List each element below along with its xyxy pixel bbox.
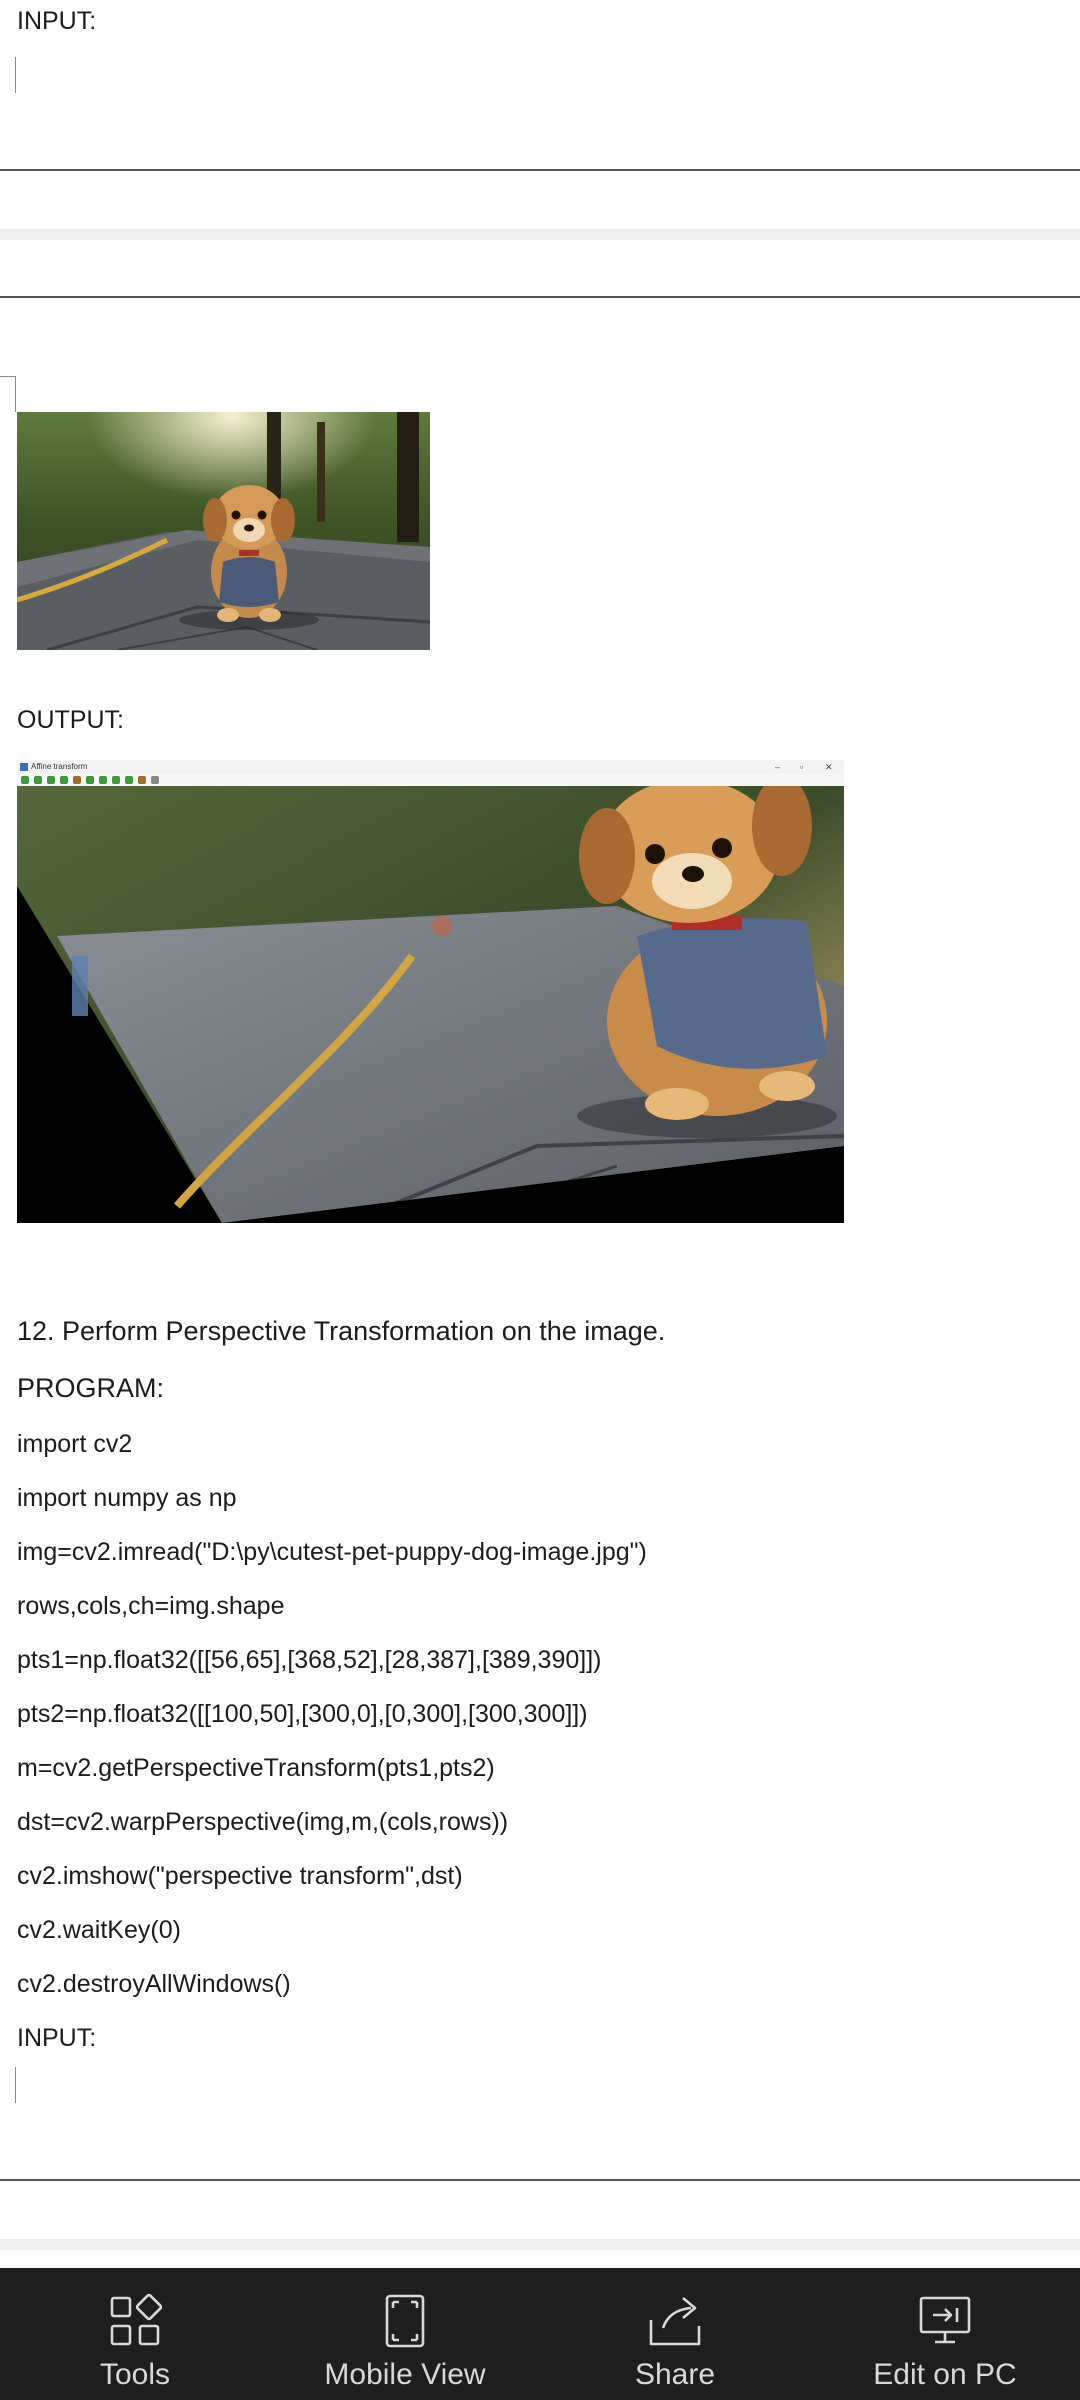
maximize-icon: ▫ [800,762,804,772]
output-label: OUTPUT: [17,706,124,734]
toolbar-left-icon [21,776,29,784]
tools-button[interactable]: Tools [0,2268,270,2400]
app-icon [20,763,28,771]
output-window-screenshot: Affine transform – ▫ ✕ [17,760,844,1223]
mobile-view-button[interactable]: Mobile View [270,2268,540,2400]
document-page: INPUT: OUTPUT: Affine transform – ▫ ✕ 12… [0,0,1080,2268]
code-line: m=cv2.getPerspectiveTransform(pts1,pts2) [17,1754,495,1782]
window-titlebar: Affine transform – ▫ ✕ [17,760,844,774]
code-line: import numpy as np [17,1484,237,1512]
toolbar-down-icon [60,776,68,784]
code-line: cv2.waitKey(0) [17,1916,181,1944]
program-label: PROGRAM: [17,1373,165,1403]
toolbar-zoom-icon [86,776,94,784]
tools-icon [110,2293,163,2346]
window-toolbar [17,774,844,786]
divider-line [0,296,1080,298]
toolbar-save-icon [73,776,81,784]
code-line: dst=cv2.warpPerspective(img,m,(cols,rows… [17,1808,509,1836]
warped-image-canvas [17,786,844,1223]
toolbar-settings-icon [151,776,159,784]
table-cell-corner [0,2067,16,2103]
page-gap [0,229,1080,240]
code-line: cv2.destroyAllWindows() [17,1970,291,1998]
table-cell-corner [0,376,16,412]
input-label-top: INPUT: [17,7,97,35]
input-puppy-image [17,412,430,650]
divider-line [0,2179,1080,2181]
table-cell-corner [0,57,16,93]
toolbar-up-icon [47,776,55,784]
section-heading: 12. Perform Perspective Transformation o… [17,1316,666,1346]
code-line: import cv2 [17,1430,133,1458]
toolbar-right-icon [34,776,42,784]
code-line: pts2=np.float32([[100,50],[300,0],[0,300… [17,1700,588,1728]
toolbar-zoom-out-icon [112,776,120,784]
edit-on-pc-button[interactable]: Edit on PC [810,2268,1080,2400]
share-label: Share [634,2358,716,2391]
minimize-icon: – [775,762,781,772]
toolbar-zoom-in-icon [99,776,107,784]
edit-on-pc-label: Edit on PC [873,2358,1017,2391]
toolbar-copy-icon [138,776,146,784]
share-button[interactable]: Share [540,2268,810,2400]
window-title: Affine transform [31,762,88,771]
code-line: img=cv2.imread("D:\py\cutest-pet-puppy-d… [17,1538,647,1566]
toolbar-pan-icon [125,776,133,784]
close-icon: ✕ [825,762,833,772]
edit-on-pc-icon [919,2296,971,2344]
mobile-view-icon [385,2294,425,2348]
code-line: rows,cols,ch=img.shape [17,1592,285,1620]
bottom-toolbar: Tools Mobile View Share Edit on PC [0,2268,1080,2400]
input-label-bottom: INPUT: [17,2024,97,2052]
page-gap [0,2239,1080,2250]
code-line: cv2.imshow("perspective transform",dst) [17,1862,463,1890]
mobile-view-label: Mobile View [324,2358,486,2391]
share-icon [649,2297,701,2346]
tools-label: Tools [99,2358,171,2391]
divider-line [0,169,1080,171]
code-line: pts1=np.float32([[56,65],[368,52],[28,38… [17,1646,602,1674]
